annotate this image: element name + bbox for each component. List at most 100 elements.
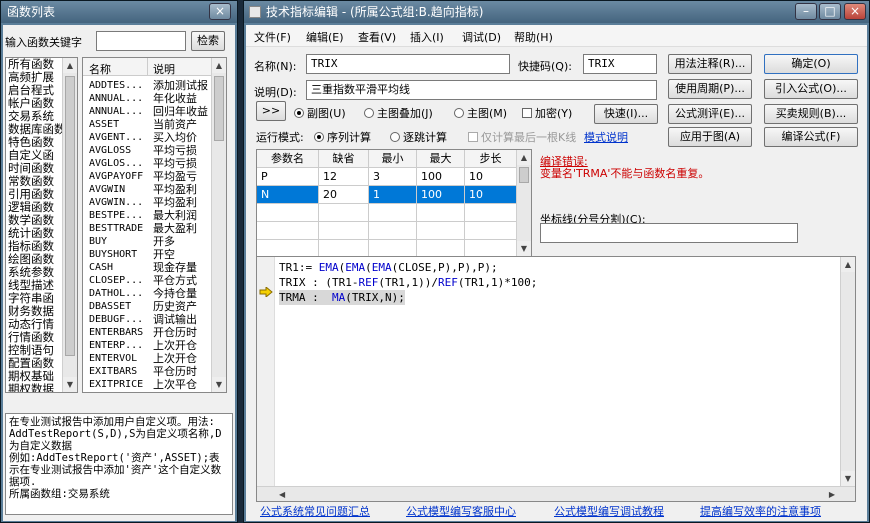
table-cell[interactable] (257, 204, 319, 222)
table-row[interactable] (257, 240, 517, 256)
action-button[interactable]: 确定(O) (764, 54, 858, 74)
table-cell[interactable] (369, 204, 417, 222)
table-cell[interactable]: 12 (319, 168, 369, 186)
code-line[interactable]: TRMA : MA(TRIX,N); (279, 290, 405, 305)
footer-link[interactable]: 公式模型编写调试教程 (554, 503, 664, 519)
table-row[interactable]: ENTERVOL 上次开仓 (83, 352, 212, 365)
shortcut-input[interactable]: TRIX (583, 54, 657, 74)
action-button[interactable]: 用法注释(R)... (668, 54, 752, 74)
table-cell[interactable] (257, 222, 319, 240)
code-editor[interactable]: TR1:= EMA(EMA(EMA(CLOSE,P),P),P); TRIX : … (256, 256, 856, 502)
table-row[interactable]: BUY 开多 (83, 235, 212, 248)
table-cell[interactable] (465, 222, 517, 240)
table-cell[interactable] (465, 204, 517, 222)
table-row[interactable]: ASSET 当前资产 (83, 118, 212, 131)
table-row[interactable]: DBASSET 历史资产 (83, 300, 212, 313)
close-icon[interactable]: × (844, 3, 866, 20)
table-cell[interactable]: 1 (369, 186, 417, 204)
table-cell[interactable] (369, 222, 417, 240)
search-input[interactable] (96, 31, 186, 51)
category-item[interactable]: 逻辑函数 (6, 201, 62, 214)
action-button[interactable]: 买卖规则(B)... (764, 104, 858, 124)
table-cell[interactable] (465, 240, 517, 256)
minimize-icon[interactable]: – (795, 3, 817, 20)
category-item[interactable]: 财务数据 (6, 305, 62, 318)
axis-input[interactable] (540, 223, 798, 243)
table-row[interactable]: N 20 1 100 10 (257, 186, 517, 204)
action-button[interactable]: 编译公式(F) (764, 127, 858, 147)
close-icon[interactable]: × (209, 3, 231, 20)
description-input[interactable]: 三重指数平滑平均线 (306, 80, 657, 100)
category-item[interactable]: 高频扩展 (6, 71, 62, 84)
radio-main-chart[interactable]: 主图(M) (454, 105, 507, 121)
table-cell[interactable]: 10 (465, 186, 517, 204)
category-item[interactable]: 指标函数 (6, 240, 62, 253)
table-row[interactable]: AVGENT... 买入均价 (83, 131, 212, 144)
action-button[interactable]: 引入公式(O)... (764, 79, 858, 99)
menu-item[interactable]: 编辑(E) (306, 29, 344, 45)
radio-sub-chart[interactable]: 副图(U) (294, 105, 346, 121)
table-row[interactable]: AVGLOS... 平均亏损 (83, 157, 212, 170)
menu-item[interactable]: 文件(F) (254, 29, 291, 45)
category-item[interactable]: 特色函数 (6, 136, 62, 149)
table-row[interactable] (257, 204, 517, 222)
column-header-name[interactable]: 名称 (89, 61, 111, 77)
action-button[interactable]: 使用周期(P)... (668, 79, 752, 99)
table-cell[interactable]: P (257, 168, 319, 186)
category-item[interactable]: 所有函数 (6, 58, 62, 71)
function-table-scrollbar[interactable]: ▲ ▼ (211, 58, 226, 392)
table-row[interactable]: BESTPE... 最大利润 (83, 209, 212, 222)
table-cell[interactable]: 3 (369, 168, 417, 186)
menu-item[interactable]: 调试(D) (462, 29, 501, 45)
search-button[interactable]: 检索 (191, 31, 225, 51)
menu-item[interactable]: 帮助(H) (514, 29, 553, 45)
table-row[interactable]: CLOSEP... 平仓方式 (83, 274, 212, 287)
run-mode-sequence[interactable]: 序列计算 (314, 129, 371, 145)
category-list[interactable]: 所有函数 高频扩展 启台程式 帐户函数 交易系统 数据库函数 特色函数 自定义函 时间函数 常数函… (5, 57, 78, 393)
table-row[interactable]: AVGWIN... 平均盈利 (83, 196, 212, 209)
category-item[interactable]: 帐户函数 (6, 97, 62, 110)
table-cell[interactable]: 20 (319, 186, 369, 204)
category-item[interactable]: 配置函数 (6, 357, 62, 370)
table-cell[interactable] (319, 204, 369, 222)
table-row[interactable]: EXITPRICE 上次平仓 (83, 378, 212, 391)
category-item[interactable]: 行情函数 (6, 331, 62, 344)
table-row[interactable]: AVGLOSS 平均亏损 (83, 144, 212, 157)
table-cell[interactable] (417, 222, 465, 240)
category-scrollbar[interactable]: ▲ ▼ (62, 58, 77, 392)
category-item[interactable]: 系统参数 (6, 266, 62, 279)
action-button[interactable]: 公式测评(E)... (668, 104, 752, 124)
category-item[interactable]: 期权数据 (6, 383, 62, 392)
category-item[interactable]: 线型描述 (6, 279, 62, 292)
radio-main-overlay[interactable]: 主图叠加(J) (364, 105, 433, 121)
table-row[interactable]: AVGWIN 平均盈利 (83, 183, 212, 196)
table-row[interactable]: P 12 3 100 10 (257, 168, 517, 186)
footer-link[interactable]: 公式模型编写客服中心 (406, 503, 516, 519)
table-row[interactable]: ANNUAL... 年化收益 (83, 92, 212, 105)
table-cell[interactable]: 100 (417, 186, 465, 204)
table-row[interactable]: ANNUAL... 回归年收益 (83, 105, 212, 118)
category-item[interactable]: 动态行情 (6, 318, 62, 331)
action-button[interactable]: 应用于图(A) (668, 127, 752, 147)
table-row[interactable]: DATHOL... 今持仓量 (83, 287, 212, 300)
code-vscrollbar[interactable]: ▲ ▼ (840, 257, 855, 501)
parameter-scrollbar[interactable]: ▲ ▼ (516, 150, 531, 256)
table-cell[interactable] (257, 240, 319, 256)
table-row[interactable]: ENTERP... 上次开仓 (83, 339, 212, 352)
menu-item[interactable]: 查看(V) (358, 29, 396, 45)
table-cell[interactable]: 100 (417, 168, 465, 186)
table-cell[interactable] (319, 222, 369, 240)
code-hscrollbar[interactable]: ◀ ▶ (257, 486, 855, 501)
expand-button[interactable]: >> (256, 101, 286, 121)
table-cell[interactable] (417, 204, 465, 222)
category-item[interactable]: 自定义函 (6, 149, 62, 162)
code-line[interactable]: TR1:= EMA(EMA(EMA(CLOSE,P),P),P); (279, 260, 537, 275)
footer-link[interactable]: 公式系统常见问题汇总 (260, 503, 370, 519)
table-row[interactable]: EXITBARS 平仓历时 (83, 365, 212, 378)
table-cell[interactable]: 10 (465, 168, 517, 186)
speed-button[interactable]: 快速(I)... (594, 104, 658, 124)
table-row[interactable]: BUYSHORT 开空 (83, 248, 212, 261)
table-cell[interactable] (319, 240, 369, 256)
category-item[interactable]: 统计函数 (6, 227, 62, 240)
column-header-desc[interactable]: 说明 (153, 61, 175, 77)
